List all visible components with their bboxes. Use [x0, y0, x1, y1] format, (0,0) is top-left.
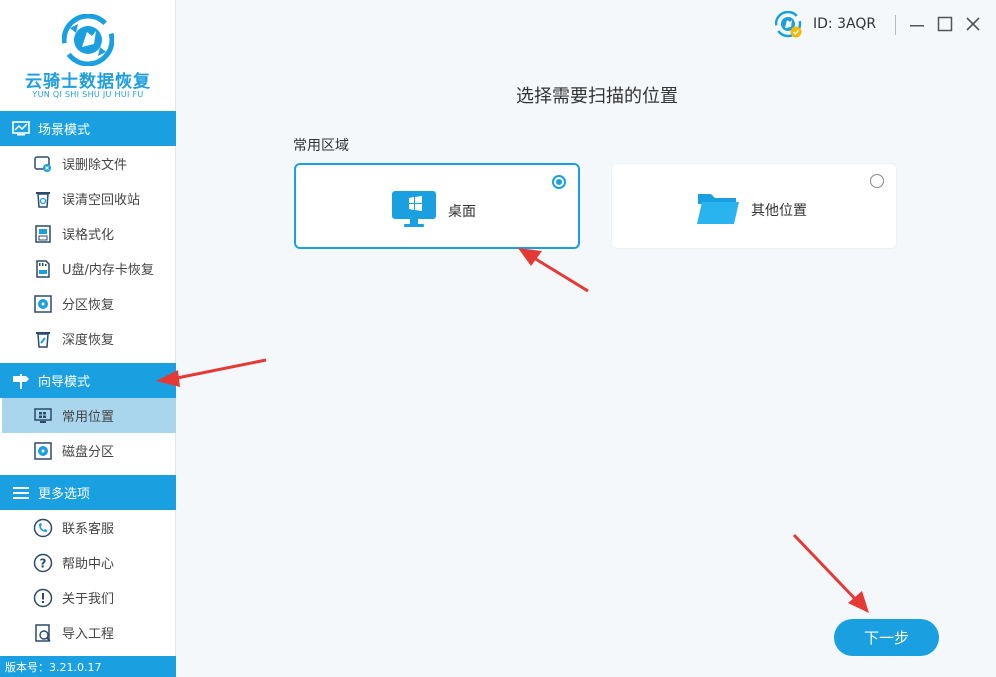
next-button[interactable]: 下一步 [834, 619, 939, 656]
section-scene-mode[interactable]: 场景模式 [0, 111, 176, 146]
location-card-other[interactable]: 其他位置 [611, 163, 897, 249]
sidebar-item-help-center[interactable]: ? 帮助中心 [0, 545, 176, 580]
section-label-common-area: 常用区域 [293, 138, 349, 154]
folder-icon [697, 194, 739, 224]
section-label: 更多选项 [38, 487, 91, 502]
menu-icon [12, 485, 30, 501]
sidebar-item-label: 误删除文件 [62, 158, 128, 173]
user-avatar-icon[interactable] [775, 11, 803, 39]
partition-icon [33, 294, 53, 314]
titlebar-divider [895, 15, 896, 35]
recycle-bin-icon [33, 189, 53, 209]
sidebar-item-import-project[interactable]: 导入工程 [0, 615, 176, 650]
radio-desktop[interactable] [552, 175, 566, 189]
minimize-button[interactable] [907, 13, 927, 35]
sidebar-item-label: 联系客服 [62, 522, 115, 537]
sidebar-item-label: 分区恢复 [62, 298, 115, 313]
sidebar-item-contact-support[interactable]: 联系客服 [0, 510, 176, 545]
version-label: 版本号：3.21.0.17 [0, 656, 176, 677]
annotation-arrow [518, 248, 589, 293]
windows-desktop-icon [392, 191, 436, 227]
monitor-chart-icon [12, 121, 30, 137]
card-label: 桌面 [448, 204, 476, 220]
signpost-icon [12, 373, 30, 389]
format-icon [33, 224, 53, 244]
section-label: 向导模式 [38, 375, 91, 390]
sidebar-item-label: 常用位置 [62, 410, 115, 425]
svg-text:?: ? [40, 556, 47, 570]
sidebar: 云骑士数据恢复 YUN QI SHI SHU JU HUI FU 场景模式 误删… [0, 0, 176, 677]
sidebar-item-deep-recovery[interactable]: 深度恢复 [0, 321, 176, 356]
sd-card-icon [33, 259, 53, 279]
sidebar-item-partition-recovery[interactable]: 分区恢复 [0, 286, 176, 321]
section-wizard-mode[interactable]: 向导模式 [0, 363, 176, 398]
user-id: ID: 3AQR [813, 16, 877, 32]
logo-icon [62, 14, 114, 66]
sidebar-item-label: 深度恢复 [62, 333, 115, 348]
sidebar-item-label: 误清空回收站 [62, 193, 141, 208]
minimize-icon [910, 25, 924, 27]
section-more-options[interactable]: 更多选项 [0, 475, 176, 510]
app-logo: 云骑士数据恢复 YUN QI SHI SHU JU HUI FU [0, 0, 175, 111]
section-label: 场景模式 [38, 123, 91, 138]
maximize-icon [937, 16, 953, 32]
disk-partition-icon [33, 441, 53, 461]
sidebar-item-common-location[interactable]: 常用位置 [2, 398, 176, 433]
close-icon [966, 17, 980, 31]
page-title: 选择需要扫描的位置 [516, 86, 678, 107]
sidebar-item-label: 磁盘分区 [62, 445, 115, 460]
info-icon [33, 588, 53, 608]
radio-other[interactable] [870, 174, 884, 188]
sidebar-item-format[interactable]: 误格式化 [0, 216, 176, 251]
sidebar-item-label: 误格式化 [62, 228, 115, 243]
sidebar-item-label: 导入工程 [62, 627, 115, 642]
app-subtitle: YUN QI SHI SHU JU HUI FU [32, 90, 144, 99]
deleted-file-icon [33, 154, 53, 174]
sidebar-item-label: U盘/内存卡恢复 [62, 263, 154, 278]
sidebar-item-sd-card[interactable]: U盘/内存卡恢复 [0, 251, 176, 286]
deep-recovery-icon [33, 329, 53, 349]
location-card-desktop[interactable]: 桌面 [294, 163, 580, 249]
import-icon [33, 623, 53, 643]
sidebar-item-deleted-files[interactable]: 误删除文件 [0, 146, 176, 181]
sidebar-item-recycle-bin[interactable]: 误清空回收站 [0, 181, 176, 216]
maximize-button[interactable] [935, 13, 955, 35]
desktop-icon [33, 406, 53, 426]
sidebar-item-label: 帮助中心 [62, 557, 115, 572]
card-label: 其他位置 [751, 203, 807, 219]
sidebar-item-disk-partition[interactable]: 磁盘分区 [0, 433, 176, 468]
sidebar-item-about-us[interactable]: 关于我们 [0, 580, 176, 615]
phone-icon [33, 518, 53, 538]
close-button[interactable] [963, 13, 983, 35]
annotation-arrow [792, 533, 869, 613]
sidebar-item-label: 关于我们 [62, 592, 115, 607]
help-icon: ? [33, 553, 53, 573]
app-title: 云骑士数据恢复 [25, 72, 151, 92]
